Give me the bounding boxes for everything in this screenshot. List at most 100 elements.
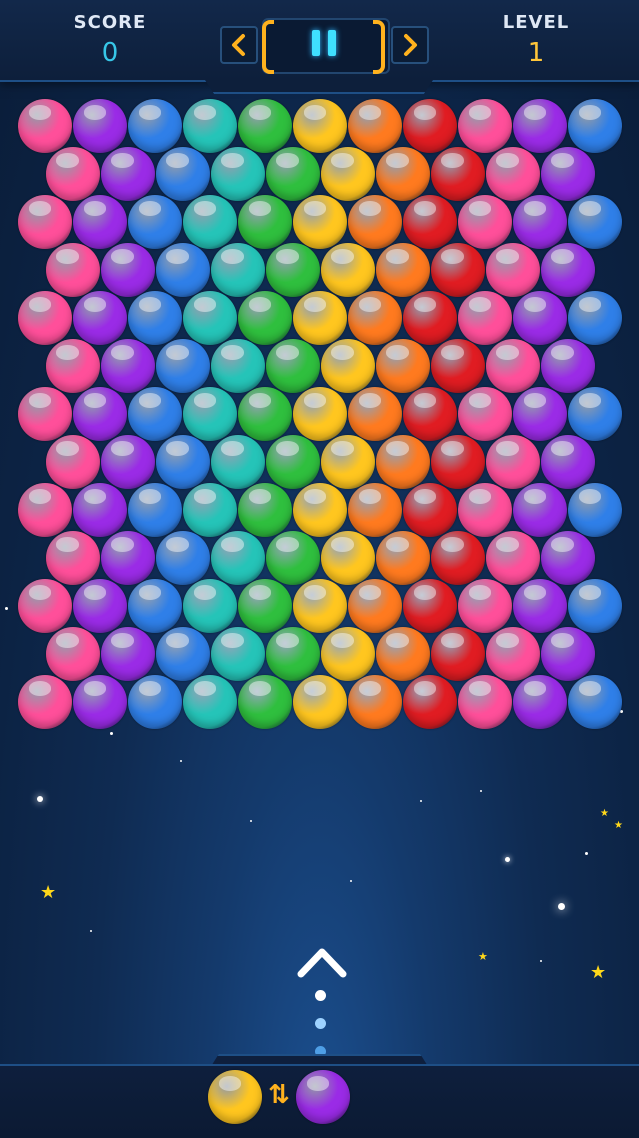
bubble-green [238, 483, 292, 537]
bubble-purple [73, 579, 127, 633]
bubble-orange [348, 579, 402, 633]
star-dot [585, 852, 588, 855]
bubble-yellow [293, 579, 347, 633]
bubble-pink [458, 387, 512, 441]
bubble-purple [73, 483, 127, 537]
bubble-pink [45, 339, 100, 393]
bubble-red [430, 435, 485, 489]
star-dot [558, 903, 565, 910]
bubble-pink [18, 99, 72, 153]
gold-star-icon: ★ [614, 820, 623, 831]
bubble-pink [458, 675, 512, 729]
bubble-teal [210, 531, 265, 585]
bubble-green [265, 627, 320, 681]
bubble-purple [73, 99, 127, 153]
bubble-purple [513, 195, 567, 249]
next-bubble[interactable] [296, 1070, 350, 1124]
bubble-teal [210, 147, 265, 201]
bubble-red [403, 579, 457, 633]
bubble-pink [45, 627, 100, 681]
bubble-pink [485, 147, 540, 201]
aim-dot [315, 990, 326, 1001]
bubble-purple [513, 387, 567, 441]
star-dot [420, 800, 422, 802]
bubble-yellow [293, 483, 347, 537]
bubble-purple [100, 243, 155, 297]
bubble-pink [18, 483, 72, 537]
bubble-blue [128, 675, 182, 729]
bubble-pink [18, 291, 72, 345]
bubble-purple [513, 483, 567, 537]
bubble-orange [375, 435, 430, 489]
bubble-red [403, 99, 457, 153]
bubble-purple [513, 579, 567, 633]
bubble-yellow [293, 291, 347, 345]
bubble-blue [568, 579, 622, 633]
bubble-pink [458, 483, 512, 537]
bubble-red [430, 531, 485, 585]
bubble-board[interactable] [0, 0, 639, 760]
bubble-orange [348, 387, 402, 441]
current-bubble[interactable] [208, 1070, 262, 1124]
bubble-pink [485, 435, 540, 489]
bubble-red [403, 387, 457, 441]
bubble-yellow [293, 195, 347, 249]
bubble-teal [183, 579, 237, 633]
bubble-purple [73, 387, 127, 441]
bubble-purple [540, 147, 595, 201]
bubble-green [265, 243, 320, 297]
bubble-yellow [320, 627, 375, 681]
bubble-pink [485, 627, 540, 681]
aim-dot [315, 1018, 326, 1029]
bubble-purple [540, 435, 595, 489]
bubble-yellow [320, 147, 375, 201]
bubble-red [403, 483, 457, 537]
bubble-purple [540, 339, 595, 393]
bubble-red [430, 339, 485, 393]
bubble-green [265, 147, 320, 201]
bubble-pink [45, 531, 100, 585]
swap-arrows-icon: ⇅ [268, 1080, 290, 1110]
bubble-pink [458, 195, 512, 249]
bubble-green [238, 579, 292, 633]
star-dot [480, 790, 482, 792]
bubble-red [403, 195, 457, 249]
bubble-pink [485, 531, 540, 585]
bubble-orange [348, 483, 402, 537]
bubble-purple [73, 291, 127, 345]
bubble-orange [375, 147, 430, 201]
bubble-purple [513, 675, 567, 729]
bubble-purple [540, 531, 595, 585]
bubble-green [238, 99, 292, 153]
bubble-red [403, 291, 457, 345]
bubble-blue [155, 147, 210, 201]
bubble-green [238, 291, 292, 345]
star-dot [180, 760, 182, 762]
bubble-purple [540, 243, 595, 297]
bubble-yellow [320, 339, 375, 393]
bubble-blue [568, 195, 622, 249]
bubble-red [430, 243, 485, 297]
gold-star-icon: ★ [40, 882, 57, 903]
gold-star-icon: ★ [590, 962, 607, 983]
bubble-purple [513, 99, 567, 153]
bubble-blue [155, 243, 210, 297]
bubble-blue [155, 627, 210, 681]
bubble-teal [183, 291, 237, 345]
bubble-teal [210, 339, 265, 393]
bubble-blue [128, 195, 182, 249]
bubble-blue [128, 291, 182, 345]
bubble-orange [348, 99, 402, 153]
star-dot [505, 857, 510, 862]
bubble-teal [210, 435, 265, 489]
bubble-purple [100, 435, 155, 489]
bubble-yellow [320, 435, 375, 489]
swap-button[interactable]: ⇅ [264, 1080, 294, 1110]
bubble-teal [183, 195, 237, 249]
bubble-green [238, 675, 292, 729]
bubble-pink [45, 435, 100, 489]
bubble-yellow [293, 675, 347, 729]
star-dot [540, 960, 542, 962]
star-dot [37, 796, 43, 802]
bubble-purple [100, 147, 155, 201]
